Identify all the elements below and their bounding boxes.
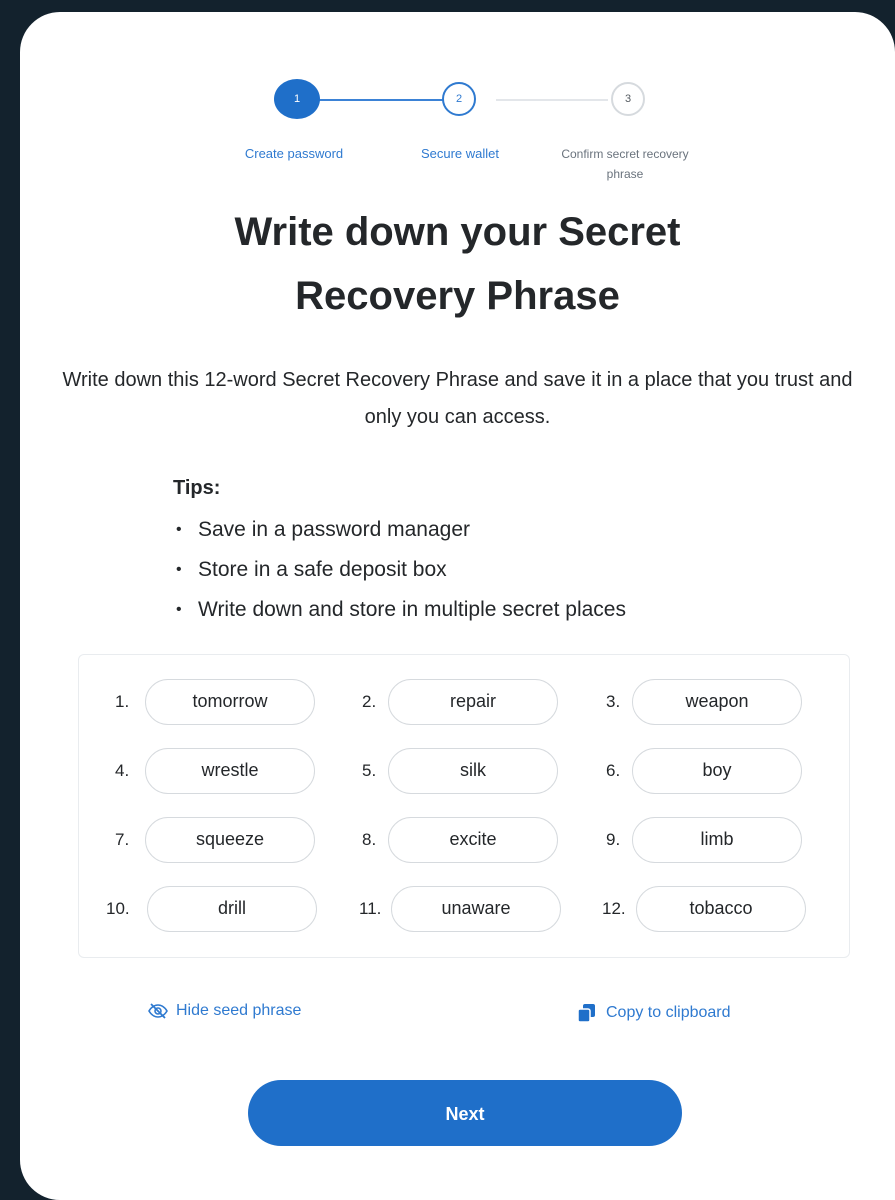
seed-word-9: 9. limb (606, 817, 816, 863)
seed-word-number: 8. (362, 830, 377, 849)
seed-word-6: 6. boy (606, 748, 816, 794)
tips-heading: Tips: (173, 477, 221, 499)
seed-word-number: 9. (606, 830, 621, 849)
seed-phrase-grid: 1. tomorrow 2. repair 3. weapon 4. wrest… (78, 654, 850, 958)
seed-word-chip: limb (632, 817, 802, 863)
seed-word-number: 12. (602, 899, 626, 918)
seed-word-chip: tobacco (636, 886, 806, 932)
seed-word-2: 2. repair (362, 679, 572, 725)
seed-word-number: 11. (359, 899, 382, 918)
hide-seed-phrase-label: Hide seed phrase (176, 1002, 302, 1019)
tip-item: Write down and store in multiple secret … (173, 590, 813, 630)
seed-word-number: 10. (106, 899, 130, 918)
seed-word-chip: tomorrow (145, 679, 315, 725)
step-3-label: Confirm secret recovery phrase (561, 147, 689, 181)
stepper-line-pending (496, 99, 608, 101)
seed-word-chip: boy (632, 748, 802, 794)
seed-word-number: 6. (606, 761, 621, 780)
seed-word-chip: excite (388, 817, 558, 863)
seed-word-12: 12. tobacco (602, 886, 822, 932)
copy-to-clipboard-button[interactable]: Copy to clipboard (576, 1002, 731, 1024)
seed-word-11: 11. unaware (359, 886, 579, 932)
page-description: Write down this 12-word Secret Recovery … (62, 369, 853, 428)
seed-word-chip: drill (147, 886, 317, 932)
seed-word-5: 5. silk (362, 748, 572, 794)
seed-word-number: 7. (115, 830, 130, 849)
step-1-label: Create password (244, 146, 344, 161)
seed-word-number: 4. (115, 761, 130, 780)
seed-word-10: 10. drill (106, 886, 326, 932)
tips-section: Tips: Save in a password manager Store i… (173, 474, 813, 630)
step-3-indicator: 3 (611, 82, 645, 116)
step-2-label: Secure wallet (420, 146, 500, 161)
seed-word-chip: weapon (632, 679, 802, 725)
seed-word-3: 3. weapon (606, 679, 816, 725)
tip-item: Save in a password manager (173, 510, 813, 550)
tips-list: Save in a password manager Store in a sa… (173, 510, 813, 630)
copy-icon (577, 1004, 595, 1023)
stepper-line-completed (317, 99, 443, 101)
seed-word-number: 3. (606, 692, 621, 711)
page-title: Write down your Secret Recovery Phrase (20, 200, 895, 328)
page-title-line-2: Recovery Phrase (295, 274, 620, 318)
seed-word-8: 8. excite (362, 817, 572, 863)
seed-word-chip: unaware (391, 886, 561, 932)
seed-word-4: 4. wrestle (115, 748, 325, 794)
next-button[interactable]: Next (248, 1080, 682, 1146)
step-2-indicator: 2 (442, 82, 476, 116)
seed-word-chip: repair (388, 679, 558, 725)
seed-word-number: 2. (362, 692, 377, 711)
onboarding-card: 1 2 3 Create password Secure wallet Conf… (20, 12, 895, 1200)
seed-word-chip: squeeze (145, 817, 315, 863)
step-1-indicator: 1 (274, 79, 320, 119)
hide-seed-phrase-button[interactable]: Hide seed phrase (148, 1002, 301, 1020)
seed-word-1: 1. tomorrow (115, 679, 325, 725)
eye-slash-icon (148, 1003, 168, 1019)
seed-word-number: 5. (362, 761, 377, 780)
tip-item: Store in a safe deposit box (173, 550, 813, 590)
seed-word-chip: silk (388, 748, 558, 794)
copy-to-clipboard-label: Copy to clipboard (606, 1004, 731, 1021)
seed-word-number: 1. (115, 692, 130, 711)
progress-stepper: 1 2 3 Create password Secure wallet Conf… (20, 79, 895, 202)
seed-word-chip: wrestle (145, 748, 315, 794)
page-title-line-1: Write down your Secret (234, 210, 681, 254)
seed-word-7: 7. squeeze (115, 817, 325, 863)
